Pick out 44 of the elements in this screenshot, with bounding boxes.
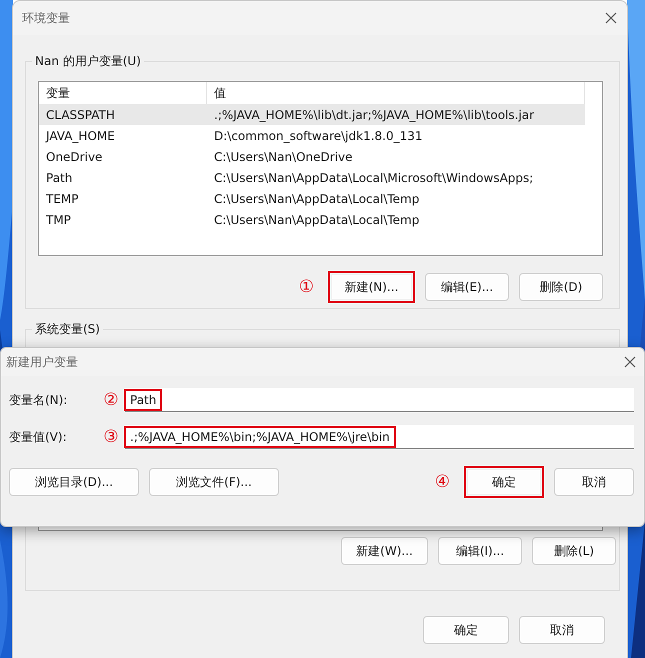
input-field[interactable]: Path: [125, 388, 634, 412]
dialog-button[interactable]: 确定: [464, 466, 544, 498]
table-cell-text: TEMP: [45, 192, 80, 206]
table-cell-text: OneDrive: [45, 150, 104, 164]
dialog-button[interactable]: 取消: [554, 468, 634, 496]
table-cell-text: JAVA_HOME: [44, 128, 116, 142]
step-number: ②: [102, 390, 120, 410]
dialog-button[interactable]: 删除(L): [532, 537, 616, 565]
dialog-button[interactable]: 确定: [423, 616, 509, 644]
close-icon[interactable]: [624, 356, 636, 368]
dialog-button[interactable]: 浏览文件(F)...: [149, 468, 279, 496]
table-cell-text: .;%JAVA_HOME%\lib\dt.jar;%JAVA_HOME%\lib\tools.jar: [213, 108, 536, 122]
dialog-button[interactable]: 编辑(E)...: [425, 273, 509, 301]
window-title: 环境变量: [22, 10, 70, 26]
list-row[interactable]: Path C:\Users\Nan\AppData\Local\Microsoft\WindowsApps;: [39, 167, 585, 188]
table-cell-text: C:\Users\Nan\OneDrive: [213, 150, 354, 164]
table-cell-text: CLASSPATH: [45, 108, 116, 122]
list-row[interactable]: JAVA_HOME D:\common_software\jdk1.8.0_131: [39, 125, 585, 146]
table-cell-text: TMP: [45, 212, 72, 226]
table-cell-text: Path: [45, 170, 74, 184]
dialog-button[interactable]: 编辑(I)...: [438, 537, 522, 565]
dialog-button[interactable]: 新建(N)...: [328, 271, 415, 303]
list-row[interactable]: TMP C:\Users\Nan\AppData\Local\Temp: [39, 209, 585, 230]
field-label: 变量值(V):: [9, 428, 68, 446]
field-label: 变量名(N):: [9, 392, 68, 408]
list-row[interactable]: TEMP C:\Users\Nan\AppData\Local\Temp: [39, 188, 585, 209]
table-cell-text: C:\Users\Nan\AppData\Local\Temp: [213, 212, 420, 226]
dialog-button[interactable]: 删除(D): [519, 273, 603, 301]
input-field[interactable]: .;%JAVA_HOME%\bin;%JAVA_HOME%\jre\bin: [125, 425, 634, 449]
list-row[interactable]: CLASSPATH .;%JAVA_HOME%\lib\dt.jar;%JAVA_HOME%\lib\tools.jar: [39, 104, 585, 125]
group-title: Nan 的用户变量(U): [32, 53, 144, 70]
group-title: 系统变量(S): [32, 321, 103, 338]
dialog-button[interactable]: 取消: [519, 616, 605, 644]
dialog-button[interactable]: 浏览目录(D)...: [9, 468, 139, 496]
list-row[interactable]: OneDrive C:\Users\Nan\OneDrive: [39, 146, 585, 167]
step-number: ①: [298, 277, 314, 297]
dialog-title: 新建用户变量: [6, 354, 78, 370]
step-number: ③: [102, 427, 120, 447]
table-cell-text: C:\Users\Nan\AppData\Local\Temp: [213, 192, 420, 206]
step-number: ④: [434, 472, 450, 492]
close-icon[interactable]: [605, 12, 617, 24]
table-cell-text: C:\Users\Nan\AppData\Local\Microsoft\WindowsApps;: [213, 170, 534, 184]
table-cell-text: D:\common_software\jdk1.8.0_131: [213, 128, 424, 142]
dialog-button[interactable]: 新建(W)...: [341, 537, 428, 565]
